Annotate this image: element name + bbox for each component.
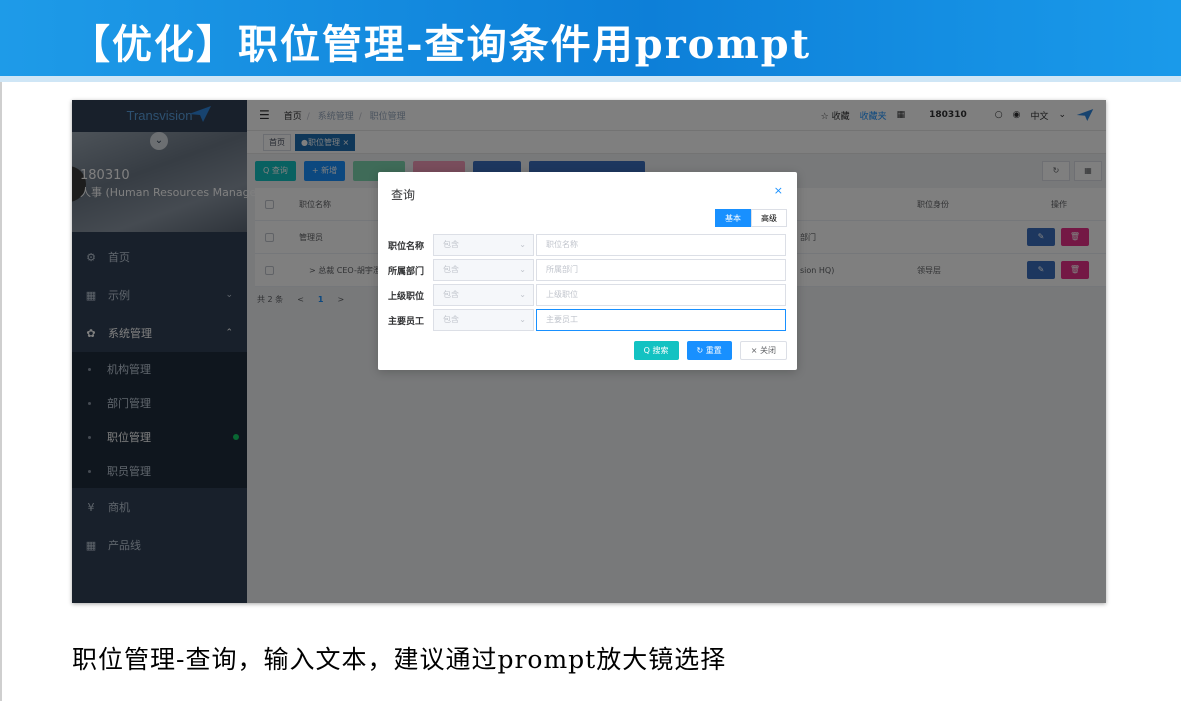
filter-label: 职位名称 xyxy=(388,241,425,252)
chevron-down-icon: ⌄ xyxy=(519,240,526,249)
mode-advanced-button[interactable]: 高级 xyxy=(751,209,787,227)
operator-value: 包含 xyxy=(443,265,459,274)
close-icon[interactable]: × xyxy=(774,184,783,197)
search-button[interactable]: Q 搜索 xyxy=(633,341,679,360)
operator-value: 包含 xyxy=(443,240,459,249)
filter-label: 上级职位 xyxy=(388,291,425,302)
filter-row-staff: 主要员工 包含 ⌄ 主要员工 xyxy=(388,309,786,331)
slide-title: 【优化】职位管理-查询条件用prompt xyxy=(70,21,812,68)
filter-row-dept: 所属部门 包含 ⌄ 所属部门 xyxy=(388,259,786,281)
chevron-down-icon: ⌄ xyxy=(519,290,526,299)
filter-row-name: 职位名称 包含 ⌄ 职位名称 xyxy=(388,234,786,256)
slide-left-rule xyxy=(0,82,2,701)
mode-switch: 基本 高级 xyxy=(715,209,787,227)
dialog-title: 查询 xyxy=(391,188,416,202)
chevron-down-icon: ⌄ xyxy=(519,265,526,274)
filter-row-parent: 上级职位 包含 ⌄ 上级职位 xyxy=(388,284,786,306)
reset-button[interactable]: ↻ 重置 xyxy=(686,341,732,360)
operator-value: 包含 xyxy=(443,290,459,299)
app-screenshot: Transvision ⌄ 180310 人事 (Human Resources… xyxy=(72,100,1106,603)
mode-basic-button[interactable]: 基本 xyxy=(715,209,751,227)
filter-label: 主要员工 xyxy=(388,316,425,327)
dialog-actions: Q 搜索 ↻ 重置 × 关闭 xyxy=(633,341,787,360)
operator-select[interactable]: 包含 ⌄ xyxy=(433,259,534,281)
chevron-down-icon: ⌄ xyxy=(519,315,526,324)
operator-value: 包含 xyxy=(443,315,459,324)
close-button[interactable]: × 关闭 xyxy=(739,341,787,360)
operator-select[interactable]: 包含 ⌄ xyxy=(433,309,534,331)
slide-caption: 职位管理-查询，输入文本，建议通过prompt放大镜选择 xyxy=(72,645,727,674)
main-staff-input[interactable]: 主要员工 xyxy=(536,309,786,331)
operator-select[interactable]: 包含 ⌄ xyxy=(433,284,534,306)
parent-position-input[interactable]: 上级职位 xyxy=(536,284,786,306)
position-name-input[interactable]: 职位名称 xyxy=(536,234,786,256)
query-dialog: 查询 × 基本 高级 职位名称 包含 ⌄ 职位名称 所属部门 包含 ⌄ 所属部门 上… xyxy=(378,172,797,370)
operator-select[interactable]: 包含 ⌄ xyxy=(433,234,534,256)
filter-label: 所属部门 xyxy=(388,266,425,277)
department-input[interactable]: 所属部门 xyxy=(536,259,786,281)
slide-banner: 【优化】职位管理-查询条件用prompt xyxy=(0,0,1181,82)
